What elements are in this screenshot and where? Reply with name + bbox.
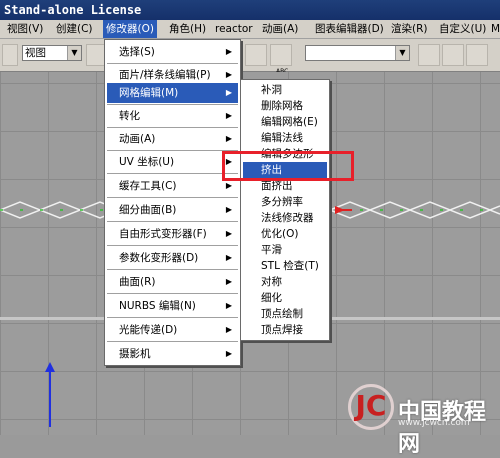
menu-item-cameras[interactable]: 摄影机 ▶ xyxy=(107,344,238,364)
menu-rendering[interactable]: 渲染(R) xyxy=(388,20,431,38)
submenu-arrow-icon: ▶ xyxy=(225,70,232,79)
chevron-down-icon: ▼ xyxy=(395,46,409,60)
menu-item-label: 动画(A) xyxy=(119,133,156,145)
submenu-arrow-icon: ▶ xyxy=(225,205,232,214)
submenu-arrow-icon: ▶ xyxy=(225,277,232,286)
menu-reactor[interactable]: reactor xyxy=(212,20,256,38)
menu-item-label: 选择(S) xyxy=(119,46,155,58)
menu-item-nurbs-editing[interactable]: NURBS 编辑(N) ▶ xyxy=(107,296,238,316)
submenu-item-cap-holes[interactable]: 补洞 xyxy=(243,82,327,98)
submenu-item-vertex-paint[interactable]: 顶点绘制 xyxy=(243,306,327,322)
menu-item-subdivision-surfaces[interactable]: 细分曲面(B) ▶ xyxy=(107,200,238,220)
submenu-arrow-icon: ▶ xyxy=(225,47,232,56)
mirror-button[interactable] xyxy=(418,44,440,66)
menu-item-label: 网格编辑(M) xyxy=(119,87,179,99)
menu-separator xyxy=(107,317,238,318)
submenu-arrow-icon: ▶ xyxy=(225,111,232,120)
axis-gizmo-icon xyxy=(45,362,55,427)
menu-item-label: 参数化变形器(D) xyxy=(119,252,199,264)
menu-item-label: 光能传递(D) xyxy=(119,324,178,336)
menu-item-radiosity[interactable]: 光能传递(D) ▶ xyxy=(107,320,238,340)
menu-animation[interactable]: 动画(A) xyxy=(259,20,301,38)
menu-item-animation[interactable]: 动画(A) ▶ xyxy=(107,129,238,149)
menu-item-label: 摄影机 xyxy=(119,348,151,360)
menu-create[interactable]: 创建(C) xyxy=(53,20,96,38)
submenu-arrow-icon: ▶ xyxy=(225,253,232,262)
align-button[interactable] xyxy=(442,44,464,66)
window-title: Stand-alone License xyxy=(0,0,500,20)
menu-separator xyxy=(107,269,238,270)
layer-manager-button[interactable] xyxy=(466,44,488,66)
named-selection-set-select[interactable]: ▼ xyxy=(305,45,410,61)
menu-separator xyxy=(107,221,238,222)
submenu-item-symmetry[interactable]: 对称 xyxy=(243,274,327,290)
submenu-item-smooth[interactable]: 平滑 xyxy=(243,242,327,258)
submenu-item-edit-normals[interactable]: 编辑法线 xyxy=(243,130,327,146)
menu-item-label: NURBS 编辑(N) xyxy=(119,300,196,312)
submenu-arrow-icon: ▶ xyxy=(225,229,232,238)
submenu-arrow-icon: ▶ xyxy=(225,325,232,334)
menu-item-uv-coordinates[interactable]: UV 坐标(U) ▶ xyxy=(107,152,238,172)
submenu-arrow-icon: ▶ xyxy=(225,301,232,310)
submenu-arrow-icon: ▶ xyxy=(225,88,232,97)
menu-separator xyxy=(107,150,238,151)
menu-item-parametric-deformers[interactable]: 参数化变形器(D) ▶ xyxy=(107,248,238,268)
submenu-item-edit-mesh[interactable]: 编辑网格(E) xyxy=(243,114,327,130)
select-object-button[interactable] xyxy=(2,44,18,66)
submenu-item-vertex-weld[interactable]: 顶点焊接 xyxy=(243,322,327,338)
main-toolbar: 视图 ▼ ABC ▼ xyxy=(0,39,500,75)
menu-separator xyxy=(107,245,238,246)
submenu-item-stl-check[interactable]: STL 检查(T) xyxy=(243,258,327,274)
menu-item-conversion[interactable]: 转化 ▶ xyxy=(107,106,238,126)
menu-bar: 视图(V) 创建(C) 修改器(O) 角色(H) reactor 动画(A) 图… xyxy=(0,20,500,39)
menu-item-label: 自由形式变形器(F) xyxy=(119,228,207,240)
menu-graph-editors[interactable]: 图表编辑器(D) xyxy=(312,20,387,38)
submenu-arrow-icon: ▶ xyxy=(225,349,232,358)
menu-item-cache-tools[interactable]: 缓存工具(C) ▶ xyxy=(107,176,238,196)
watermark-text: 中国教程网 xyxy=(398,400,487,457)
watermark-logo-icon: JC xyxy=(348,384,394,430)
submenu-item-tessellate[interactable]: 细化 xyxy=(243,290,327,306)
menu-view[interactable]: 视图(V) xyxy=(4,20,46,38)
menu-maxscript[interactable]: M xyxy=(488,20,500,38)
chevron-down-icon: ▼ xyxy=(67,46,81,60)
menu-separator xyxy=(107,173,238,174)
menu-separator xyxy=(107,127,238,128)
menu-separator xyxy=(107,104,238,105)
menu-separator xyxy=(107,341,238,342)
watermark-url: www.jcwcn.com xyxy=(398,418,470,428)
menu-item-label: UV 坐标(U) xyxy=(119,156,175,168)
submenu-item-delete-mesh[interactable]: 删除网格 xyxy=(243,98,327,114)
menu-separator xyxy=(107,293,238,294)
menu-item-label: 细分曲面(B) xyxy=(119,204,177,216)
menu-character[interactable]: 角色(H) xyxy=(166,20,209,38)
snap-toggle-button[interactable] xyxy=(245,44,267,66)
menu-item-label: 面片/样条线编辑(P) xyxy=(119,69,211,81)
menu-item-label: 曲面(R) xyxy=(119,276,156,288)
highlight-callout-box xyxy=(222,151,354,181)
menu-modifiers[interactable]: 修改器(O) xyxy=(103,20,157,38)
menu-item-free-form-deformers[interactable]: 自由形式变形器(F) ▶ xyxy=(107,224,238,244)
menu-separator xyxy=(107,63,238,64)
submenu-item-normal-modifier[interactable]: 法线修改器 xyxy=(243,210,327,226)
submenu-arrow-icon: ▶ xyxy=(225,134,232,143)
angle-snap-button[interactable] xyxy=(270,44,292,66)
view-select-value: 视图 xyxy=(25,47,46,59)
submenu-item-optimize[interactable]: 优化(O) xyxy=(243,226,327,242)
menu-item-selection[interactable]: 选择(S) ▶ xyxy=(107,42,238,62)
menu-item-label: 转化 xyxy=(119,110,140,122)
modifiers-menu: 选择(S) ▶ 面片/样条线编辑(P) ▶ 网格编辑(M) ▶ 转化 ▶ 动画(… xyxy=(104,39,241,366)
menu-item-surface[interactable]: 曲面(R) ▶ xyxy=(107,272,238,292)
menu-item-label: 缓存工具(C) xyxy=(119,180,177,192)
menu-item-mesh-editing[interactable]: 网格编辑(M) ▶ xyxy=(107,83,238,103)
submenu-item-multires[interactable]: 多分辨率 xyxy=(243,194,327,210)
reference-coordinate-select[interactable]: 视图 ▼ xyxy=(22,45,82,61)
menu-customize[interactable]: 自定义(U) xyxy=(436,20,489,38)
mesh-editing-submenu: 补洞 删除网格 编辑网格(E) 编辑法线 编辑多边形 挤出 面挤出 多分辨率 法… xyxy=(240,79,330,341)
menu-separator xyxy=(107,197,238,198)
menu-item-patch-spline-editing[interactable]: 面片/样条线编辑(P) ▶ xyxy=(107,65,238,85)
